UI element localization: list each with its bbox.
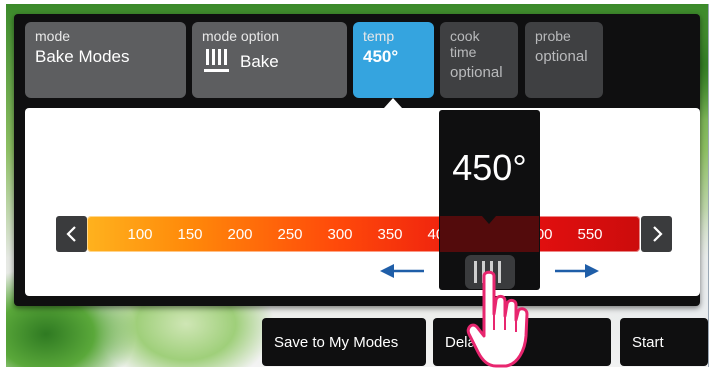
scale-tick-label: 200	[227, 226, 253, 243]
save-to-my-modes-button[interactable]: Save to My Modes	[262, 318, 426, 366]
scale-tick-label: 150	[177, 226, 203, 243]
touch-hand-icon	[466, 270, 529, 368]
scale-tick-label: 550	[577, 226, 603, 243]
tab-cook-time[interactable]: cook time optional	[440, 22, 518, 98]
scale-tick-label: 250	[277, 226, 303, 243]
start-button[interactable]: Start	[620, 318, 708, 366]
tab-temp-caption: temp	[363, 28, 395, 44]
start-label: Start	[632, 333, 664, 351]
active-tab-pointer	[384, 98, 402, 108]
chevron-left-icon	[65, 226, 76, 242]
selected-temperature: 450°	[452, 147, 527, 188]
tab-mode[interactable]: mode Bake Modes	[25, 22, 186, 98]
arrow-left-icon	[380, 264, 424, 278]
bake-element-icon	[204, 49, 229, 72]
tab-mode-option-value: Bake	[240, 52, 279, 71]
tab-mode-caption: mode	[35, 28, 71, 44]
scale-next-button[interactable]	[641, 216, 672, 252]
tab-mode-value: Bake Modes	[35, 47, 130, 66]
selector-pointer	[482, 216, 496, 224]
scale-tick-label: 350	[377, 226, 403, 243]
chevron-right-icon	[652, 226, 663, 242]
tab-mode-option-caption: mode option	[202, 28, 280, 44]
tab-mode-option[interactable]: mode option Bake	[192, 22, 347, 98]
scale-prev-button[interactable]	[56, 216, 87, 252]
tab-probe-caption: probe	[535, 28, 571, 44]
scale-tick-label: 300	[327, 226, 353, 243]
scale-tick-label: 100	[127, 226, 153, 243]
save-to-my-modes-label: Save to My Modes	[274, 333, 399, 351]
tab-cook-time-value: optional	[450, 64, 503, 81]
tab-mode-option-value-row: Bake	[202, 47, 337, 73]
tab-cook-time-caption: cook time	[450, 28, 480, 60]
tab-temp-value: 450°	[363, 47, 399, 66]
tab-probe[interactable]: probe optional	[525, 22, 603, 98]
tab-temp[interactable]: temp 450°	[353, 22, 434, 98]
arrow-right-icon	[555, 264, 599, 278]
tab-probe-value: optional	[535, 48, 588, 65]
